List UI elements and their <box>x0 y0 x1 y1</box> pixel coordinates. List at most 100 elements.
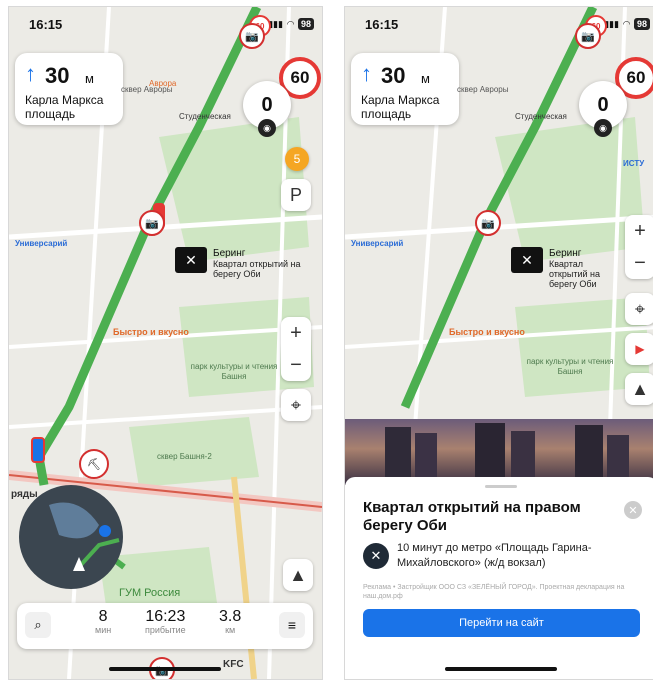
straight-arrow-icon: ↑ <box>361 61 372 86</box>
map-label-studencheskaya: Студенческая <box>515 112 567 121</box>
home-indicator <box>109 667 221 671</box>
maneuver-panel[interactable]: ↑ 30 м Карла Маркса площадь <box>351 53 459 125</box>
map-label-universariy: Универсарий <box>351 239 404 248</box>
search-icon: ⌕ <box>34 617 42 632</box>
speed-camera-icon[interactable]: 📷 <box>139 210 165 236</box>
maneuver-distance: 30 <box>381 63 406 88</box>
menu-button[interactable]: ≡ <box>279 612 305 638</box>
compass-button[interactable]: ▲ <box>625 373 653 405</box>
traffic-light-icon <box>31 437 45 463</box>
sheet-handle[interactable] <box>485 485 517 488</box>
status-icons: ▮▮▮ ◠ 98 <box>604 18 650 30</box>
locate-button[interactable]: ⌖ <box>625 293 653 325</box>
arrival-unit: прибытие <box>145 625 186 635</box>
navigation-arrow-icon: ▲ <box>631 378 649 399</box>
wifi-icon: ◠ <box>623 18 630 29</box>
wifi-icon: ◠ <box>287 18 294 29</box>
location-icon: ⌖ <box>290 394 302 415</box>
bering-poi[interactable]: Беринг Квартал открытий на берегу Оби <box>213 248 313 280</box>
bering-description: Квартал открытий на берегу Оби <box>213 259 301 279</box>
current-speed: 0 <box>597 93 609 116</box>
map-label-bystro: Быстро и вкусно <box>113 327 189 337</box>
bering-name: Беринг <box>213 248 246 259</box>
advertiser-logo-icon: ✕ <box>363 543 389 569</box>
zoom-in-button[interactable]: + <box>281 317 311 349</box>
bering-poi[interactable]: Беринг Квартал открытий на берегу Оби <box>549 248 623 290</box>
navigation-arrow-icon: ▲ <box>289 564 307 585</box>
camera-icon: ◉ <box>258 119 276 137</box>
zoom-out-button[interactable]: − <box>625 247 653 279</box>
maneuver-distance-unit: м <box>421 71 430 86</box>
ad-title: Квартал открытий на правом берегу Оби <box>363 499 581 534</box>
bering-logo-icon[interactable]: ✕ <box>511 247 543 273</box>
zoom-controls: + − <box>281 317 311 381</box>
close-icon: ✕ <box>628 504 638 517</box>
ad-banner-image[interactable] <box>345 419 653 485</box>
trip-distance: 3.8 км <box>219 608 241 635</box>
speed-camera-icon[interactable]: 📷 <box>239 23 265 49</box>
battery-icon: 98 <box>633 18 650 30</box>
maneuver-panel[interactable]: ↑ 30 м Карла Маркса площадь <box>15 53 123 125</box>
map-label-ryady: ряды <box>11 489 38 500</box>
map-label-bystro: Быстро и вкусно <box>449 327 525 337</box>
status-icons: ▮▮▮ ◠ 98 <box>268 18 314 30</box>
speedometer[interactable]: 0 ◉ <box>243 81 291 137</box>
search-button[interactable]: ⌕ <box>25 612 51 638</box>
bering-description: Квартал открытий на берегу Оби <box>549 259 600 289</box>
ad-disclaimer: Реклама • Застройщик ООО СЗ «ЗЕЛЁНЫЙ ГОР… <box>363 584 625 600</box>
duration-unit: мин <box>95 625 112 635</box>
maneuver-distance-unit: м <box>85 71 94 86</box>
distance-value: 3.8 <box>219 608 242 625</box>
status-time: 16:15 <box>365 17 399 32</box>
home-indicator <box>445 667 557 671</box>
trip-duration: 8 мин <box>95 608 111 635</box>
map-label-skver-avrory: сквер Авроры <box>121 85 173 94</box>
maneuver-street: Карла Маркса площадь <box>25 93 104 121</box>
bering-name: Беринг <box>549 248 582 259</box>
menu-icon: ≡ <box>287 617 297 633</box>
current-speed: 0 <box>261 93 273 116</box>
zoom-controls: + − <box>625 215 653 279</box>
arrival-value: 16:23 <box>145 608 186 625</box>
road-works-icon[interactable]: ⛏ <box>79 449 109 479</box>
speed-camera-icon[interactable]: 📷 <box>475 210 501 236</box>
parking-button[interactable]: P <box>281 179 311 211</box>
trip-summary-bar: ⌕ 8 мин 16:23 прибытие 3.8 км ≡ <box>17 603 313 649</box>
compass-button[interactable]: ▲ <box>283 559 313 591</box>
straight-arrow-icon: ↑ <box>25 61 36 86</box>
traffic-icon: ▶ <box>635 342 645 356</box>
bering-logo-icon[interactable]: ✕ <box>175 247 207 273</box>
map-label-park: парк культуры и чтения Башня <box>526 357 614 376</box>
maneuver-street: Карла Маркса площадь <box>361 93 440 121</box>
left-navigation-screen: 16:15 ▮▮▮ ◠ 98 60 📷 ↑ 30 м Карла Маркса … <box>8 6 323 680</box>
map-label-skver-avrory: сквер Авроры <box>457 85 509 94</box>
status-time: 16:15 <box>29 17 63 32</box>
close-button[interactable]: ✕ <box>624 501 642 519</box>
ad-description: 10 минут до метро «Площадь Гарина-Михайл… <box>397 542 592 569</box>
map-label-park: парк культуры и чтения Башня <box>190 362 278 381</box>
ad-card: Квартал открытий на правом берегу Оби ✕ … <box>345 477 653 679</box>
location-icon: ⌖ <box>634 298 646 319</box>
speed-camera-icon[interactable]: 📷 <box>575 23 601 49</box>
maneuver-distance: 30 <box>45 63 70 88</box>
zoom-out-button[interactable]: − <box>281 349 311 381</box>
battery-icon: 98 <box>297 18 314 30</box>
poi-count-badge[interactable]: 5 <box>285 147 309 171</box>
map-label-studencheskaya: Студенческая <box>179 112 231 121</box>
right-navigation-screen: 16:15 ▮▮▮ ◠ 98 60 📷 ↑ 30 м Карла Маркса … <box>344 6 653 680</box>
status-bar: 16:15 ▮▮▮ ◠ 98 <box>9 7 322 41</box>
traffic-toggle-button[interactable]: ▶ <box>625 333 653 365</box>
distance-unit: км <box>225 625 236 635</box>
map-label-kfc: KFC <box>223 659 244 670</box>
locate-button[interactable]: ⌖ <box>281 389 311 421</box>
map-label-istu: ИСТУ <box>623 159 645 168</box>
overview-minimap[interactable] <box>19 485 123 589</box>
map-label-skver-bashnya: сквер Башня-2 <box>157 452 212 461</box>
trip-arrival: 16:23 прибытие <box>145 608 186 635</box>
visit-site-button[interactable]: Перейти на сайт <box>363 609 640 637</box>
speedometer[interactable]: 0 ◉ <box>579 81 627 137</box>
minimap-graphic <box>49 502 120 571</box>
zoom-in-button[interactable]: + <box>625 215 653 247</box>
duration-value: 8 <box>98 608 108 625</box>
map-label-gum: ГУМ Россия <box>119 587 181 599</box>
